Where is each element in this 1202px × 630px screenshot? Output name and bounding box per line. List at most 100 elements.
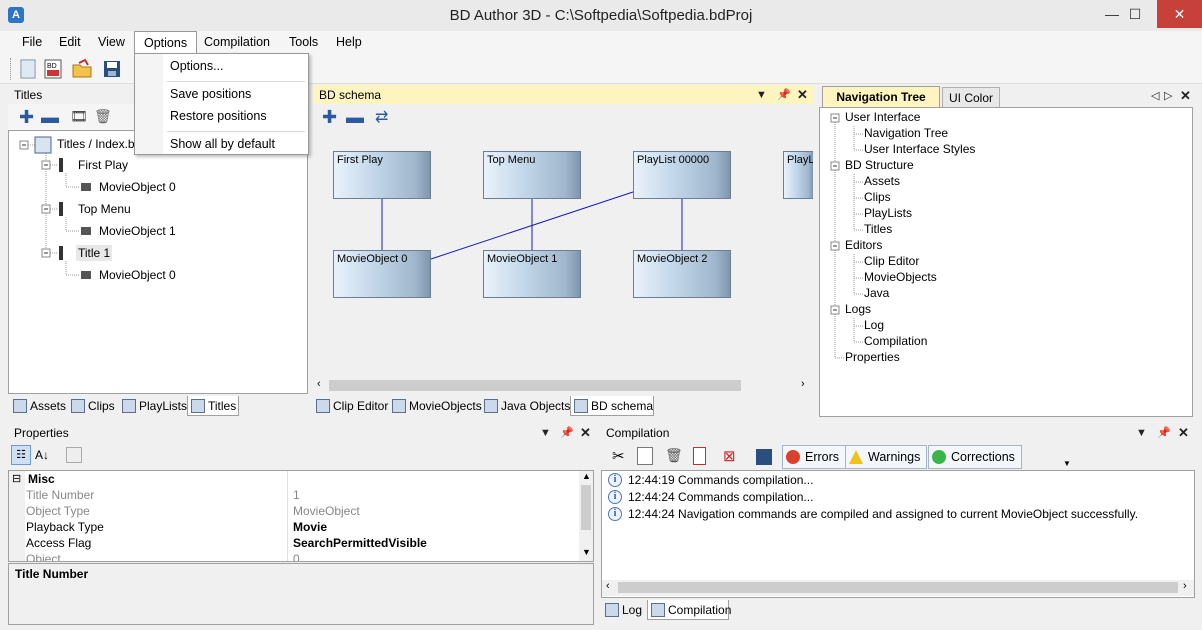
log-scroll-left-icon[interactable]: ‹ xyxy=(606,580,610,592)
scroll-right-icon[interactable]: › xyxy=(801,378,805,390)
prop-object-label[interactable]: Object xyxy=(26,551,61,561)
nav-titles[interactable]: Titles xyxy=(864,222,892,236)
properties-pin-icon[interactable]: 📌 xyxy=(560,426,574,439)
properties-close-icon[interactable]: ✕ xyxy=(580,425,591,441)
new-project-icon[interactable] xyxy=(17,58,39,80)
menuitem-restore-positions[interactable]: Restore positions xyxy=(170,109,267,123)
tab-clips[interactable]: Clips xyxy=(68,396,115,416)
node-movieobject-0[interactable]: MovieObject 0 xyxy=(333,250,431,298)
menuitem-save-positions[interactable]: Save positions xyxy=(170,87,251,101)
tree-title-1[interactable]: Title 1 xyxy=(76,245,113,261)
property-category-misc[interactable]: Misc xyxy=(28,471,55,487)
prop-playback-type-label[interactable]: Playback Type xyxy=(26,519,104,535)
nav-user-interface[interactable]: User Interface xyxy=(845,110,920,124)
nav-close-icon[interactable]: ✕ xyxy=(1180,88,1191,104)
nav-playlists[interactable]: PlayLists xyxy=(864,206,912,220)
tab-bd-schema[interactable]: BD schema xyxy=(570,396,654,416)
report-icon[interactable] xyxy=(693,447,706,465)
nav-next-icon[interactable]: ▷ xyxy=(1164,89,1172,102)
tab-navigation-tree[interactable]: Navigation Tree xyxy=(822,86,940,107)
schema-canvas[interactable]: First Play Top Menu PlayList 00000 PlayL… xyxy=(313,130,813,378)
maximize-button[interactable]: ☐ xyxy=(1113,0,1157,28)
prop-title-number-label[interactable]: Title Number xyxy=(26,487,94,503)
prop-object-value[interactable]: 0 xyxy=(293,551,300,561)
menu-file[interactable]: File xyxy=(13,31,51,54)
open-folder-icon[interactable] xyxy=(71,58,93,80)
property-scroll-thumb[interactable] xyxy=(581,485,591,530)
nav-logs[interactable]: Logs xyxy=(845,302,871,316)
schema-hscrollbar[interactable]: ‹ › xyxy=(313,378,813,394)
scroll-down-icon[interactable]: ▼ xyxy=(582,547,591,557)
log-hscrollbar[interactable]: ‹ › xyxy=(602,580,1194,596)
nav-movieobjects[interactable]: MovieObjects xyxy=(864,270,937,284)
property-pages-icon[interactable] xyxy=(66,447,82,463)
copy-icon[interactable] xyxy=(637,447,653,465)
menu-help[interactable]: Help xyxy=(327,31,371,54)
nav-log[interactable]: Log xyxy=(864,318,884,332)
node-playlist-00000[interactable]: PlayList 00000 xyxy=(633,151,731,199)
panel-close-icon[interactable]: ✕ xyxy=(797,87,808,103)
categorized-icon[interactable]: ☷ xyxy=(11,445,31,465)
tab-java-objects[interactable]: Java Objects xyxy=(481,396,570,416)
nav-clips[interactable]: Clips xyxy=(864,190,891,204)
node-first-play[interactable]: First Play xyxy=(333,151,431,199)
schema-remove-icon[interactable]: ▬ xyxy=(346,107,364,128)
menuitem-show-all-by-default[interactable]: Show all by default xyxy=(170,137,275,151)
log-scroll-right-icon[interactable]: › xyxy=(1183,580,1187,592)
node-playlist-partial[interactable]: PlayList xyxy=(783,151,813,199)
toolbar-overflow-icon[interactable]: ▼ xyxy=(1063,459,1071,468)
tab-log[interactable]: Log xyxy=(602,600,642,620)
tab-movieobjects[interactable]: MovieObjects xyxy=(389,396,482,416)
nav-ui-styles[interactable]: User Interface Styles xyxy=(864,142,975,156)
bd-disc-icon[interactable]: BD xyxy=(42,58,64,80)
save-icon[interactable] xyxy=(101,58,123,80)
close-button[interactable]: ✕ xyxy=(1157,0,1202,28)
properties-menu-icon[interactable]: ▼ xyxy=(540,427,551,439)
scroll-thumb[interactable] xyxy=(329,380,741,391)
nav-properties[interactable]: Properties xyxy=(845,350,900,364)
prop-object-type-value[interactable]: MovieObject xyxy=(293,503,360,519)
compilation-pin-icon[interactable]: 📌 xyxy=(1157,426,1171,439)
save-log-icon[interactable] xyxy=(756,449,772,465)
tree-movieobject-1[interactable]: MovieObject 1 xyxy=(99,224,176,238)
clear-icon[interactable]: 🗑 xyxy=(665,447,683,464)
menu-options[interactable]: Options xyxy=(134,31,198,54)
remove-icon[interactable]: ▬ xyxy=(41,107,59,128)
tab-playlists[interactable]: PlayLists xyxy=(119,396,187,416)
property-vscrollbar[interactable]: ▲ ▼ xyxy=(579,471,593,561)
stop-icon[interactable]: ⊠ xyxy=(723,447,736,465)
nav-compilation[interactable]: Compilation xyxy=(864,334,927,348)
add-icon[interactable]: ✚ xyxy=(19,107,34,128)
scroll-up-icon[interactable]: ▲ xyxy=(582,471,591,481)
tab-clip-editor[interactable]: Clip Editor xyxy=(313,396,388,416)
menu-compilation[interactable]: Compilation xyxy=(195,31,279,54)
tab-titles[interactable]: Titles xyxy=(187,396,239,416)
errors-button[interactable]: Errors xyxy=(782,445,847,469)
node-movieobject-2[interactable]: MovieObject 2 xyxy=(633,250,731,298)
schema-add-icon[interactable]: ✚ xyxy=(322,107,337,128)
warnings-button[interactable]: Warnings xyxy=(845,445,928,469)
prop-playback-type-value[interactable]: Movie xyxy=(293,519,327,535)
tab-ui-color[interactable]: UI Color xyxy=(942,87,1000,107)
menu-edit[interactable]: Edit xyxy=(50,31,90,54)
nav-editors[interactable]: Editors xyxy=(845,238,882,252)
nav-navigation-tree[interactable]: Navigation Tree xyxy=(864,126,948,140)
menuitem-options[interactable]: Options... xyxy=(170,59,224,73)
nav-java[interactable]: Java xyxy=(864,286,889,300)
sort-az-icon[interactable]: A↓ xyxy=(35,445,49,465)
trash-icon[interactable]: 🗑 xyxy=(94,108,112,125)
nav-clip-editor[interactable]: Clip Editor xyxy=(864,254,919,268)
log-scroll-thumb[interactable] xyxy=(618,582,1178,593)
prop-title-number-value[interactable]: 1 xyxy=(293,487,300,503)
tree-movieobject-0b[interactable]: MovieObject 0 xyxy=(99,268,176,282)
node-top-menu[interactable]: Top Menu xyxy=(483,151,581,199)
cut-icon[interactable]: ✂ xyxy=(612,447,625,465)
menu-tools[interactable]: Tools xyxy=(280,31,327,54)
compilation-close-icon[interactable]: ✕ xyxy=(1178,425,1189,441)
pin-icon[interactable]: 📌 xyxy=(777,88,791,101)
film-icon[interactable]: 🎞 xyxy=(70,108,88,125)
collapse-misc-icon[interactable]: ⊟ xyxy=(12,472,21,485)
tab-compilation[interactable]: Compilation xyxy=(647,600,731,620)
prop-access-flag-value[interactable]: SearchPermittedVisible xyxy=(293,535,427,551)
tree-first-play[interactable]: First Play xyxy=(78,158,128,172)
